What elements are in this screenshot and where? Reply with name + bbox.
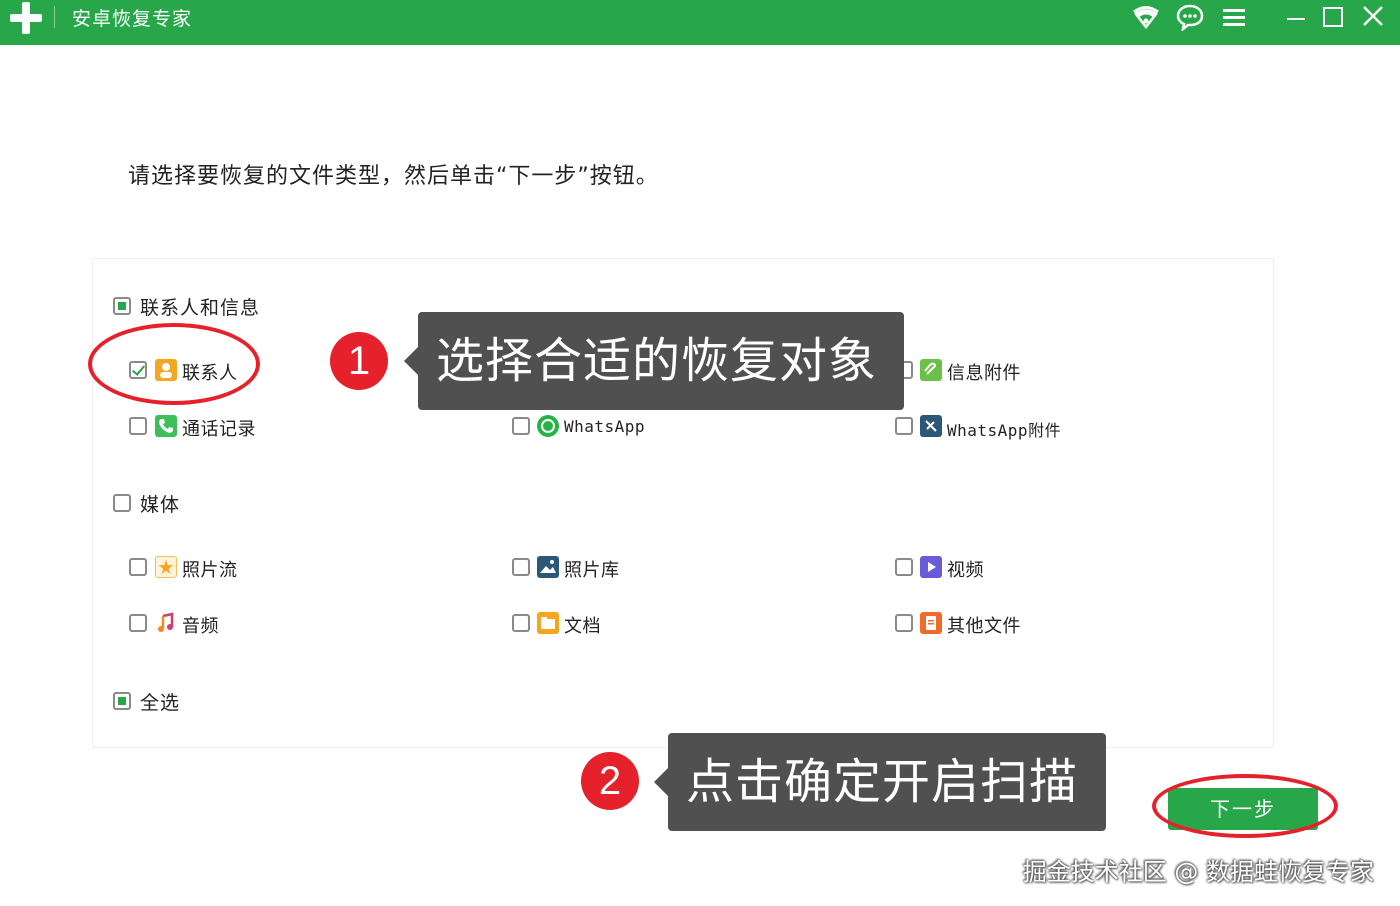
item-label-photo-library[interactable]: 照片库 <box>564 556 620 582</box>
step-badge-1: 1 <box>330 332 388 390</box>
app-title: 安卓恢复专家 <box>72 8 193 30</box>
checkbox-photo-stream[interactable] <box>129 558 147 576</box>
document-icon <box>537 612 559 634</box>
checkbox-other-files[interactable] <box>895 614 913 632</box>
maximize-icon[interactable] <box>1318 3 1348 31</box>
select-all-label[interactable]: 全选 <box>140 688 180 715</box>
item-label-call-log[interactable]: 通话记录 <box>182 415 256 441</box>
item-label-document[interactable]: 文档 <box>564 612 601 638</box>
close-icon[interactable] <box>1358 3 1388 31</box>
whatsapp-icon <box>537 415 559 437</box>
item-label-photo-stream[interactable]: 照片流 <box>182 556 238 582</box>
group-checkbox-contacts-messages[interactable] <box>113 297 131 315</box>
checkbox-video[interactable] <box>895 558 913 576</box>
highlight-ring-contacts <box>88 323 260 405</box>
checkbox-whatsapp[interactable] <box>512 417 530 435</box>
checkbox-whatsapp-attachments[interactable] <box>895 417 913 435</box>
item-label-other-files[interactable]: 其他文件 <box>947 612 1021 638</box>
group-label-contacts-messages: 联系人和信息 <box>140 297 261 319</box>
item-label-video[interactable]: 视频 <box>947 556 984 582</box>
title-divider <box>54 6 55 28</box>
highlight-ring-next <box>1152 774 1338 838</box>
call-log-icon <box>155 415 177 437</box>
checkbox-photo-library[interactable] <box>512 558 530 576</box>
chat-icon[interactable] <box>1175 3 1205 33</box>
photo-library-icon <box>537 556 559 578</box>
checkbox-audio[interactable] <box>129 614 147 632</box>
message-attachment-icon <box>920 359 942 381</box>
other-files-icon <box>920 612 942 634</box>
wifi-icon[interactable] <box>1131 3 1161 31</box>
item-label-message-attachments[interactable]: 信息附件 <box>947 359 1021 385</box>
select-all-checkbox[interactable] <box>113 692 131 710</box>
callout-step-2: 点击确定开启扫描 <box>654 733 1106 831</box>
item-label-whatsapp-attachments[interactable]: WhatsApp附件 <box>947 417 1061 441</box>
checkbox-call-log[interactable] <box>129 417 147 435</box>
whatsapp-attachment-icon <box>920 415 942 437</box>
group-label-media: 媒体 <box>140 494 181 516</box>
callout-step-1: 选择合适的恢复对象 <box>404 312 904 410</box>
audio-icon <box>155 612 177 634</box>
instruction-text: 请选择要恢复的文件类型，然后单击“下一步”按钮。 <box>128 164 659 189</box>
checkbox-document[interactable] <box>512 614 530 632</box>
item-label-whatsapp[interactable]: WhatsApp <box>564 417 645 436</box>
watermark: 掘金技术社区 @ 数据蛙恢复专家 <box>1022 858 1374 886</box>
group-checkbox-media[interactable] <box>113 494 131 512</box>
minimize-icon[interactable] <box>1281 3 1311 31</box>
step-badge-2: 2 <box>581 752 639 810</box>
photo-stream-icon <box>155 556 177 578</box>
menu-icon[interactable] <box>1219 3 1249 31</box>
title-bar: 安卓恢复专家 <box>0 0 1400 45</box>
plus-logo-icon <box>10 2 42 34</box>
item-label-audio[interactable]: 音频 <box>182 612 219 638</box>
video-icon <box>920 556 942 578</box>
